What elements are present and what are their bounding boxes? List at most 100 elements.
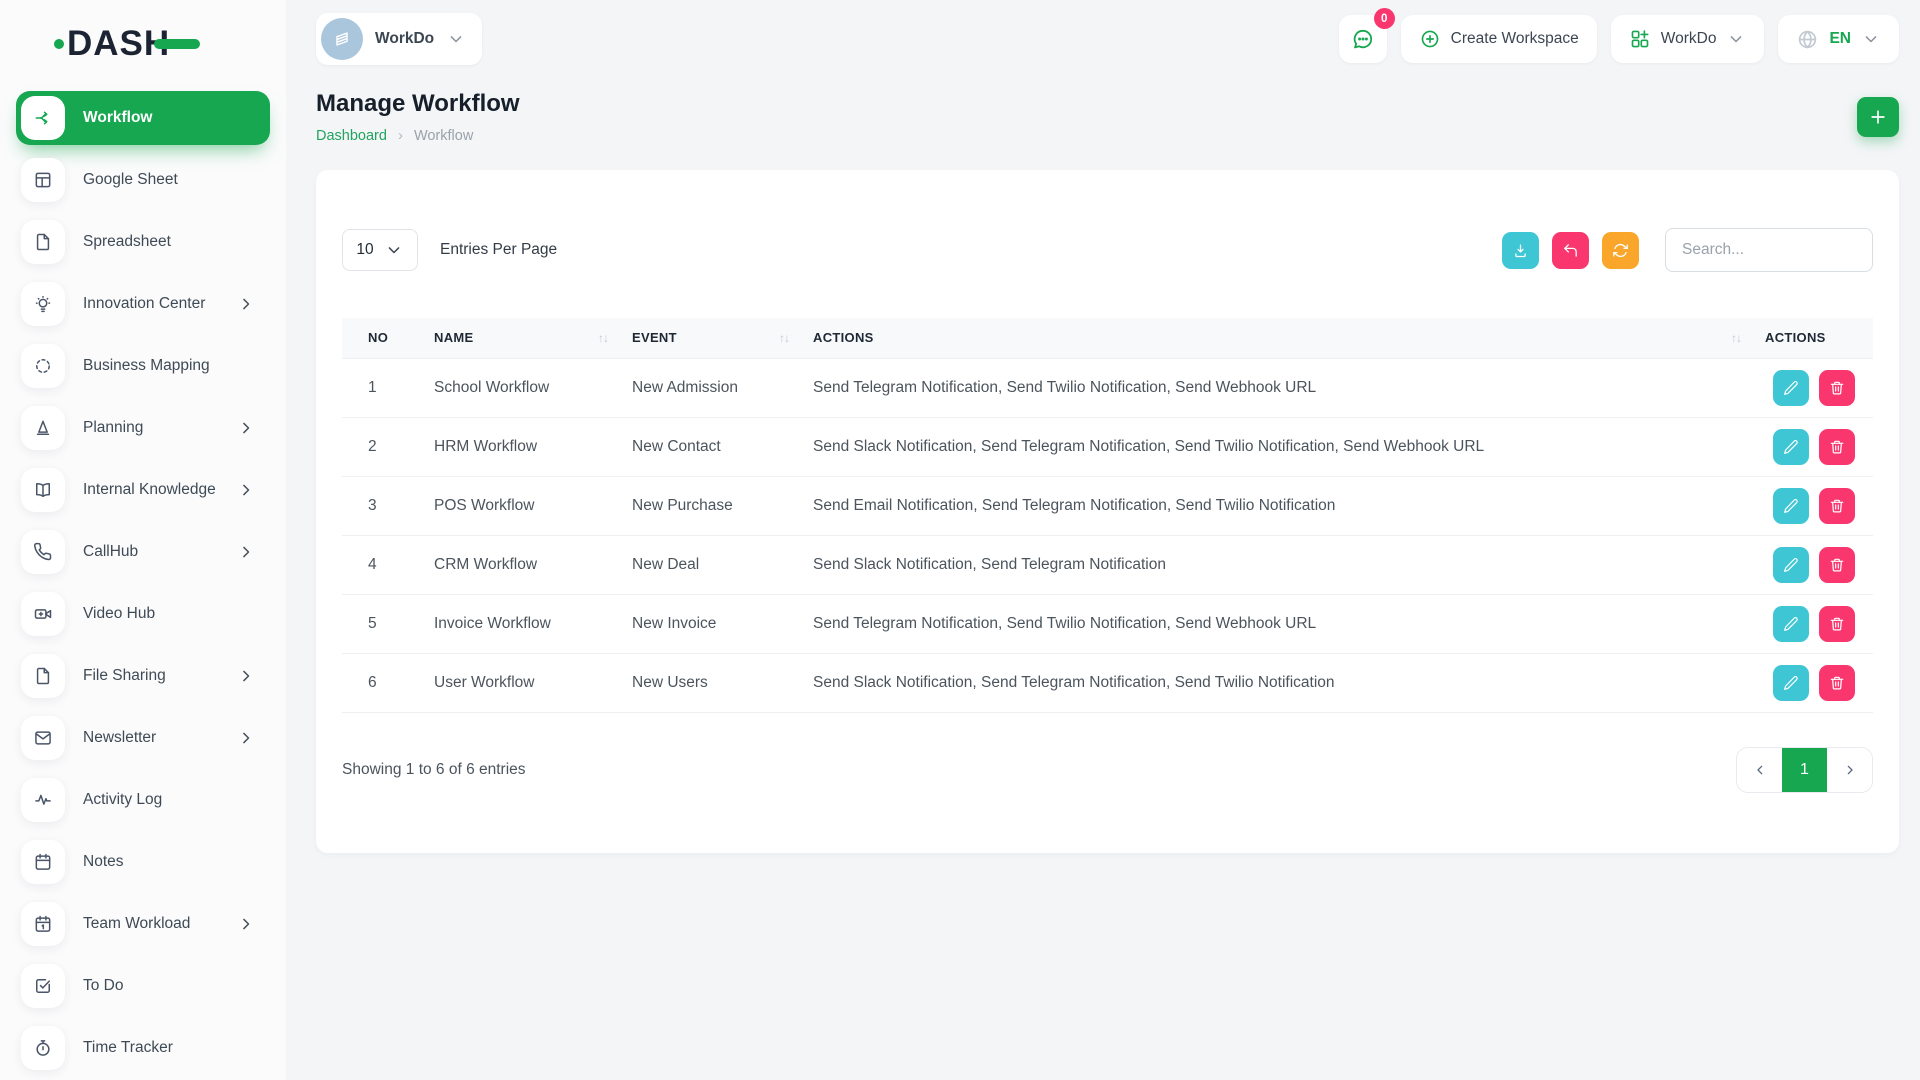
sidebar-item-label: Workflow: [83, 109, 152, 127]
sidebar-item-notes[interactable]: Notes: [16, 835, 270, 889]
delete-button[interactable]: [1819, 665, 1855, 701]
sidebar-item-business-mapping[interactable]: Business Mapping: [16, 339, 270, 393]
cell-no: 5: [342, 594, 434, 653]
sidebar-item-activity-log[interactable]: Activity Log: [16, 773, 270, 827]
sort-toggle-icon[interactable]: ↑↓: [1731, 331, 1765, 345]
sidebar-item-internal-knowledge[interactable]: Internal Knowledge: [16, 463, 270, 517]
sort-toggle-icon[interactable]: ↑↓: [779, 331, 813, 345]
page-title: Manage Workflow: [316, 90, 520, 118]
cone-icon: [21, 406, 65, 450]
plus-circle-icon: [1419, 28, 1441, 50]
cell-event: New Deal: [632, 535, 813, 594]
search-input[interactable]: [1665, 228, 1873, 272]
plus-icon: [1868, 107, 1888, 127]
sidebar-item-file-sharing[interactable]: File Sharing: [16, 649, 270, 703]
logo-dash-icon: [154, 39, 200, 49]
workspace-selector[interactable]: WorkDo: [316, 13, 482, 65]
add-workflow-button[interactable]: [1857, 97, 1899, 137]
workspace-avatar: [321, 18, 363, 60]
cell-no: 6: [342, 653, 434, 712]
edit-button[interactable]: [1773, 606, 1809, 642]
check-square-icon: [21, 964, 65, 1008]
column-header-label: EVENT: [632, 330, 677, 345]
topbar: WorkDo 0 Create Workspace WorkDo: [316, 0, 1899, 78]
envelope-icon: [21, 716, 65, 760]
globe-icon: [1796, 28, 1819, 51]
sidebar-item-label: Team Workload: [83, 915, 190, 933]
delete-button[interactable]: [1819, 547, 1855, 583]
breadcrumb-dashboard-link[interactable]: Dashboard: [316, 128, 387, 144]
spreadsheet-icon: [21, 220, 65, 264]
sort-toggle-icon[interactable]: ↑↓: [598, 331, 632, 345]
delete-button[interactable]: [1819, 370, 1855, 406]
export-button[interactable]: [1502, 232, 1539, 269]
sidebar-item-newsletter[interactable]: Newsletter: [16, 711, 270, 765]
sidebar-item-innovation-center[interactable]: Innovation Center: [16, 277, 270, 331]
cell-name: POS Workflow: [434, 476, 632, 535]
book-icon: [21, 468, 65, 512]
entries-per-page-select[interactable]: 10: [342, 229, 418, 271]
trash-icon: [1829, 557, 1845, 573]
cell-name: HRM Workflow: [434, 417, 632, 476]
cell-no: 3: [342, 476, 434, 535]
cell-actions: Send Slack Notification, Send Telegram N…: [813, 417, 1765, 476]
dashed-circle-icon: [21, 344, 65, 388]
chevron-right-icon: [236, 480, 256, 500]
sidebar-item-label: Business Mapping: [83, 357, 210, 375]
topbar-actions: 0 Create Workspace WorkDo EN: [1339, 15, 1899, 63]
cell-actions: Send Telegram Notification, Send Twilio …: [813, 358, 1765, 417]
sidebar-item-callhub[interactable]: CallHub: [16, 525, 270, 579]
column-header-row-actions: ACTIONS: [1765, 318, 1873, 358]
delete-button[interactable]: [1819, 606, 1855, 642]
current-page-button[interactable]: 1: [1782, 748, 1827, 792]
sidebar-item-to-do[interactable]: To Do: [16, 959, 270, 1013]
sidebar-item-time-tracker[interactable]: Time Tracker: [16, 1021, 270, 1075]
messages-button[interactable]: 0: [1339, 15, 1387, 63]
phone-icon: [21, 530, 65, 574]
create-workspace-button[interactable]: Create Workspace: [1401, 15, 1597, 63]
cell-actions: Send Slack Notification, Send Telegram N…: [813, 653, 1765, 712]
sidebar-item-video-hub[interactable]: Video Hub: [16, 587, 270, 641]
column-header-actions: ACTIONS↑↓: [813, 318, 1765, 358]
sidebar-item-spreadsheet[interactable]: Spreadsheet: [16, 215, 270, 269]
trash-icon: [1829, 675, 1845, 691]
next-page-button[interactable]: [1827, 748, 1872, 792]
trash-icon: [1829, 616, 1845, 632]
edit-button[interactable]: [1773, 429, 1809, 465]
reset-button[interactable]: [1552, 232, 1589, 269]
edit-button[interactable]: [1773, 547, 1809, 583]
cell-actions: Send Slack Notification, Send Telegram N…: [813, 535, 1765, 594]
create-workspace-label: Create Workspace: [1451, 30, 1579, 48]
workspace-name: WorkDo: [375, 30, 434, 48]
undo-icon: [1562, 242, 1579, 259]
delete-button[interactable]: [1819, 429, 1855, 465]
workspace-menu-button[interactable]: WorkDo: [1611, 15, 1765, 63]
column-header-label: ACTIONS: [1765, 330, 1826, 345]
column-header-label: NO: [368, 330, 388, 345]
sidebar-item-google-sheet[interactable]: Google Sheet: [16, 153, 270, 207]
cell-actions: Send Telegram Notification, Send Twilio …: [813, 594, 1765, 653]
row-actions: [1765, 488, 1873, 524]
entries-per-page-label: Entries Per Page: [440, 241, 557, 259]
sidebar-item-planning[interactable]: Planning: [16, 401, 270, 455]
edit-button[interactable]: [1773, 488, 1809, 524]
edit-button[interactable]: [1773, 665, 1809, 701]
sidebar-item-workflow[interactable]: Workflow: [16, 91, 270, 145]
delete-button[interactable]: [1819, 488, 1855, 524]
pencil-icon: [1783, 498, 1799, 514]
chevron-down-icon: [384, 240, 404, 260]
edit-button[interactable]: [1773, 370, 1809, 406]
chevron-down-icon: [1861, 29, 1881, 49]
previous-page-button[interactable]: [1737, 748, 1782, 792]
language-selector[interactable]: EN: [1778, 15, 1899, 63]
sidebar-item-label: Spreadsheet: [83, 233, 171, 251]
refresh-button[interactable]: [1602, 232, 1639, 269]
column-header-label: NAME: [434, 330, 473, 345]
sidebar-item-team-workload[interactable]: Team Workload: [16, 897, 270, 951]
grid-plus-icon: [1629, 28, 1651, 50]
cell-no: 1: [342, 358, 434, 417]
cell-name: User Workflow: [434, 653, 632, 712]
sidebar-item-label: Google Sheet: [83, 171, 178, 189]
chevron-right-icon: [236, 728, 256, 748]
chevron-down-icon: [1726, 29, 1746, 49]
